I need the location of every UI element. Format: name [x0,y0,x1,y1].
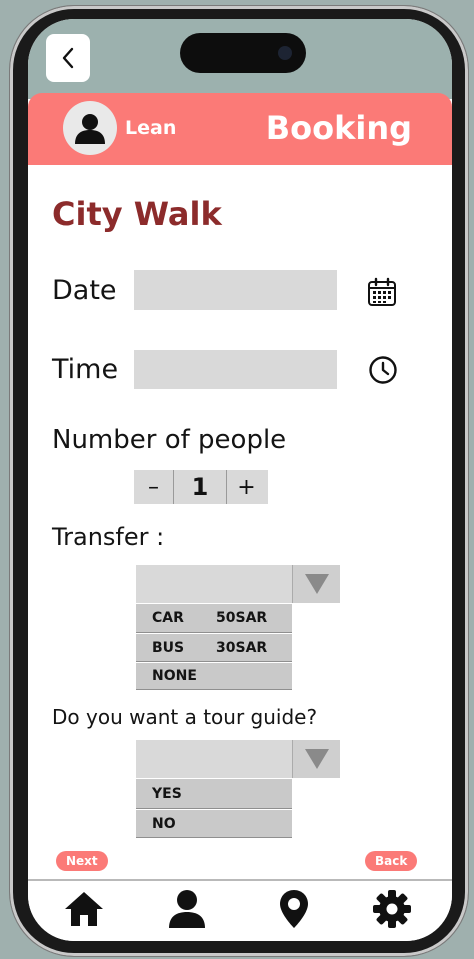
clock-icon [369,356,397,384]
option-name: CAR [152,610,184,626]
status-area [28,19,452,99]
time-label: Time [52,354,119,385]
home-icon [65,892,103,926]
option-name: NONE [152,668,197,684]
chevron-left-icon [62,47,74,69]
people-count: 1 [191,473,209,501]
triangle-down-icon [304,574,329,594]
option-price: 30SAR [216,639,268,656]
guide-option-yes[interactable]: YES [136,779,292,809]
people-stepper: – 1 + [134,470,268,504]
nav-settings[interactable] [368,887,416,931]
app-screen: Lean Booking City Walk Date Time Number … [28,19,452,941]
calendar-icon [368,277,396,306]
map-pin-icon [280,890,308,928]
triangle-down-icon [304,749,329,769]
decrement-button[interactable]: – [134,470,174,504]
option-price: 50SAR [216,610,268,626]
avatar[interactable] [63,101,117,155]
guide-select[interactable] [136,740,292,778]
page-title: City Walk [52,195,222,233]
header-title: Booking [265,109,412,147]
transfer-option-bus[interactable]: BUS 30SAR [136,634,292,662]
user-name: Lean [125,117,177,139]
clock-button[interactable] [366,353,400,387]
bottom-nav [28,881,452,941]
nav-home[interactable] [60,887,108,931]
back-button[interactable] [46,34,90,82]
app-header: Lean Booking [28,93,452,165]
people-label: Number of people [52,425,287,455]
nav-profile[interactable] [163,887,211,931]
option-name: BUS [152,639,185,656]
transfer-dropdown-toggle[interactable] [292,565,340,603]
dynamic-island [180,33,306,73]
increment-button[interactable]: + [226,470,266,504]
transfer-option-car[interactable]: CAR 50SAR [136,604,292,633]
gear-icon [373,890,411,928]
guide-dropdown-toggle[interactable] [292,740,340,778]
transfer-select[interactable] [136,565,292,603]
user-icon [75,114,105,144]
transfer-option-none[interactable]: NONE [136,663,292,690]
time-input[interactable] [134,350,337,389]
nav-location[interactable] [270,887,318,931]
next-button[interactable]: Next [56,851,108,871]
user-icon [169,890,205,928]
guide-question: Do you want a tour guide? [52,705,318,729]
camera-icon [278,46,292,60]
calendar-button[interactable] [364,274,400,310]
date-input[interactable] [134,270,337,310]
transfer-label: Transfer : [52,523,165,551]
back-text-button[interactable]: Back [365,851,418,871]
guide-option-no[interactable]: NO [136,810,292,838]
date-label: Date [52,275,117,306]
